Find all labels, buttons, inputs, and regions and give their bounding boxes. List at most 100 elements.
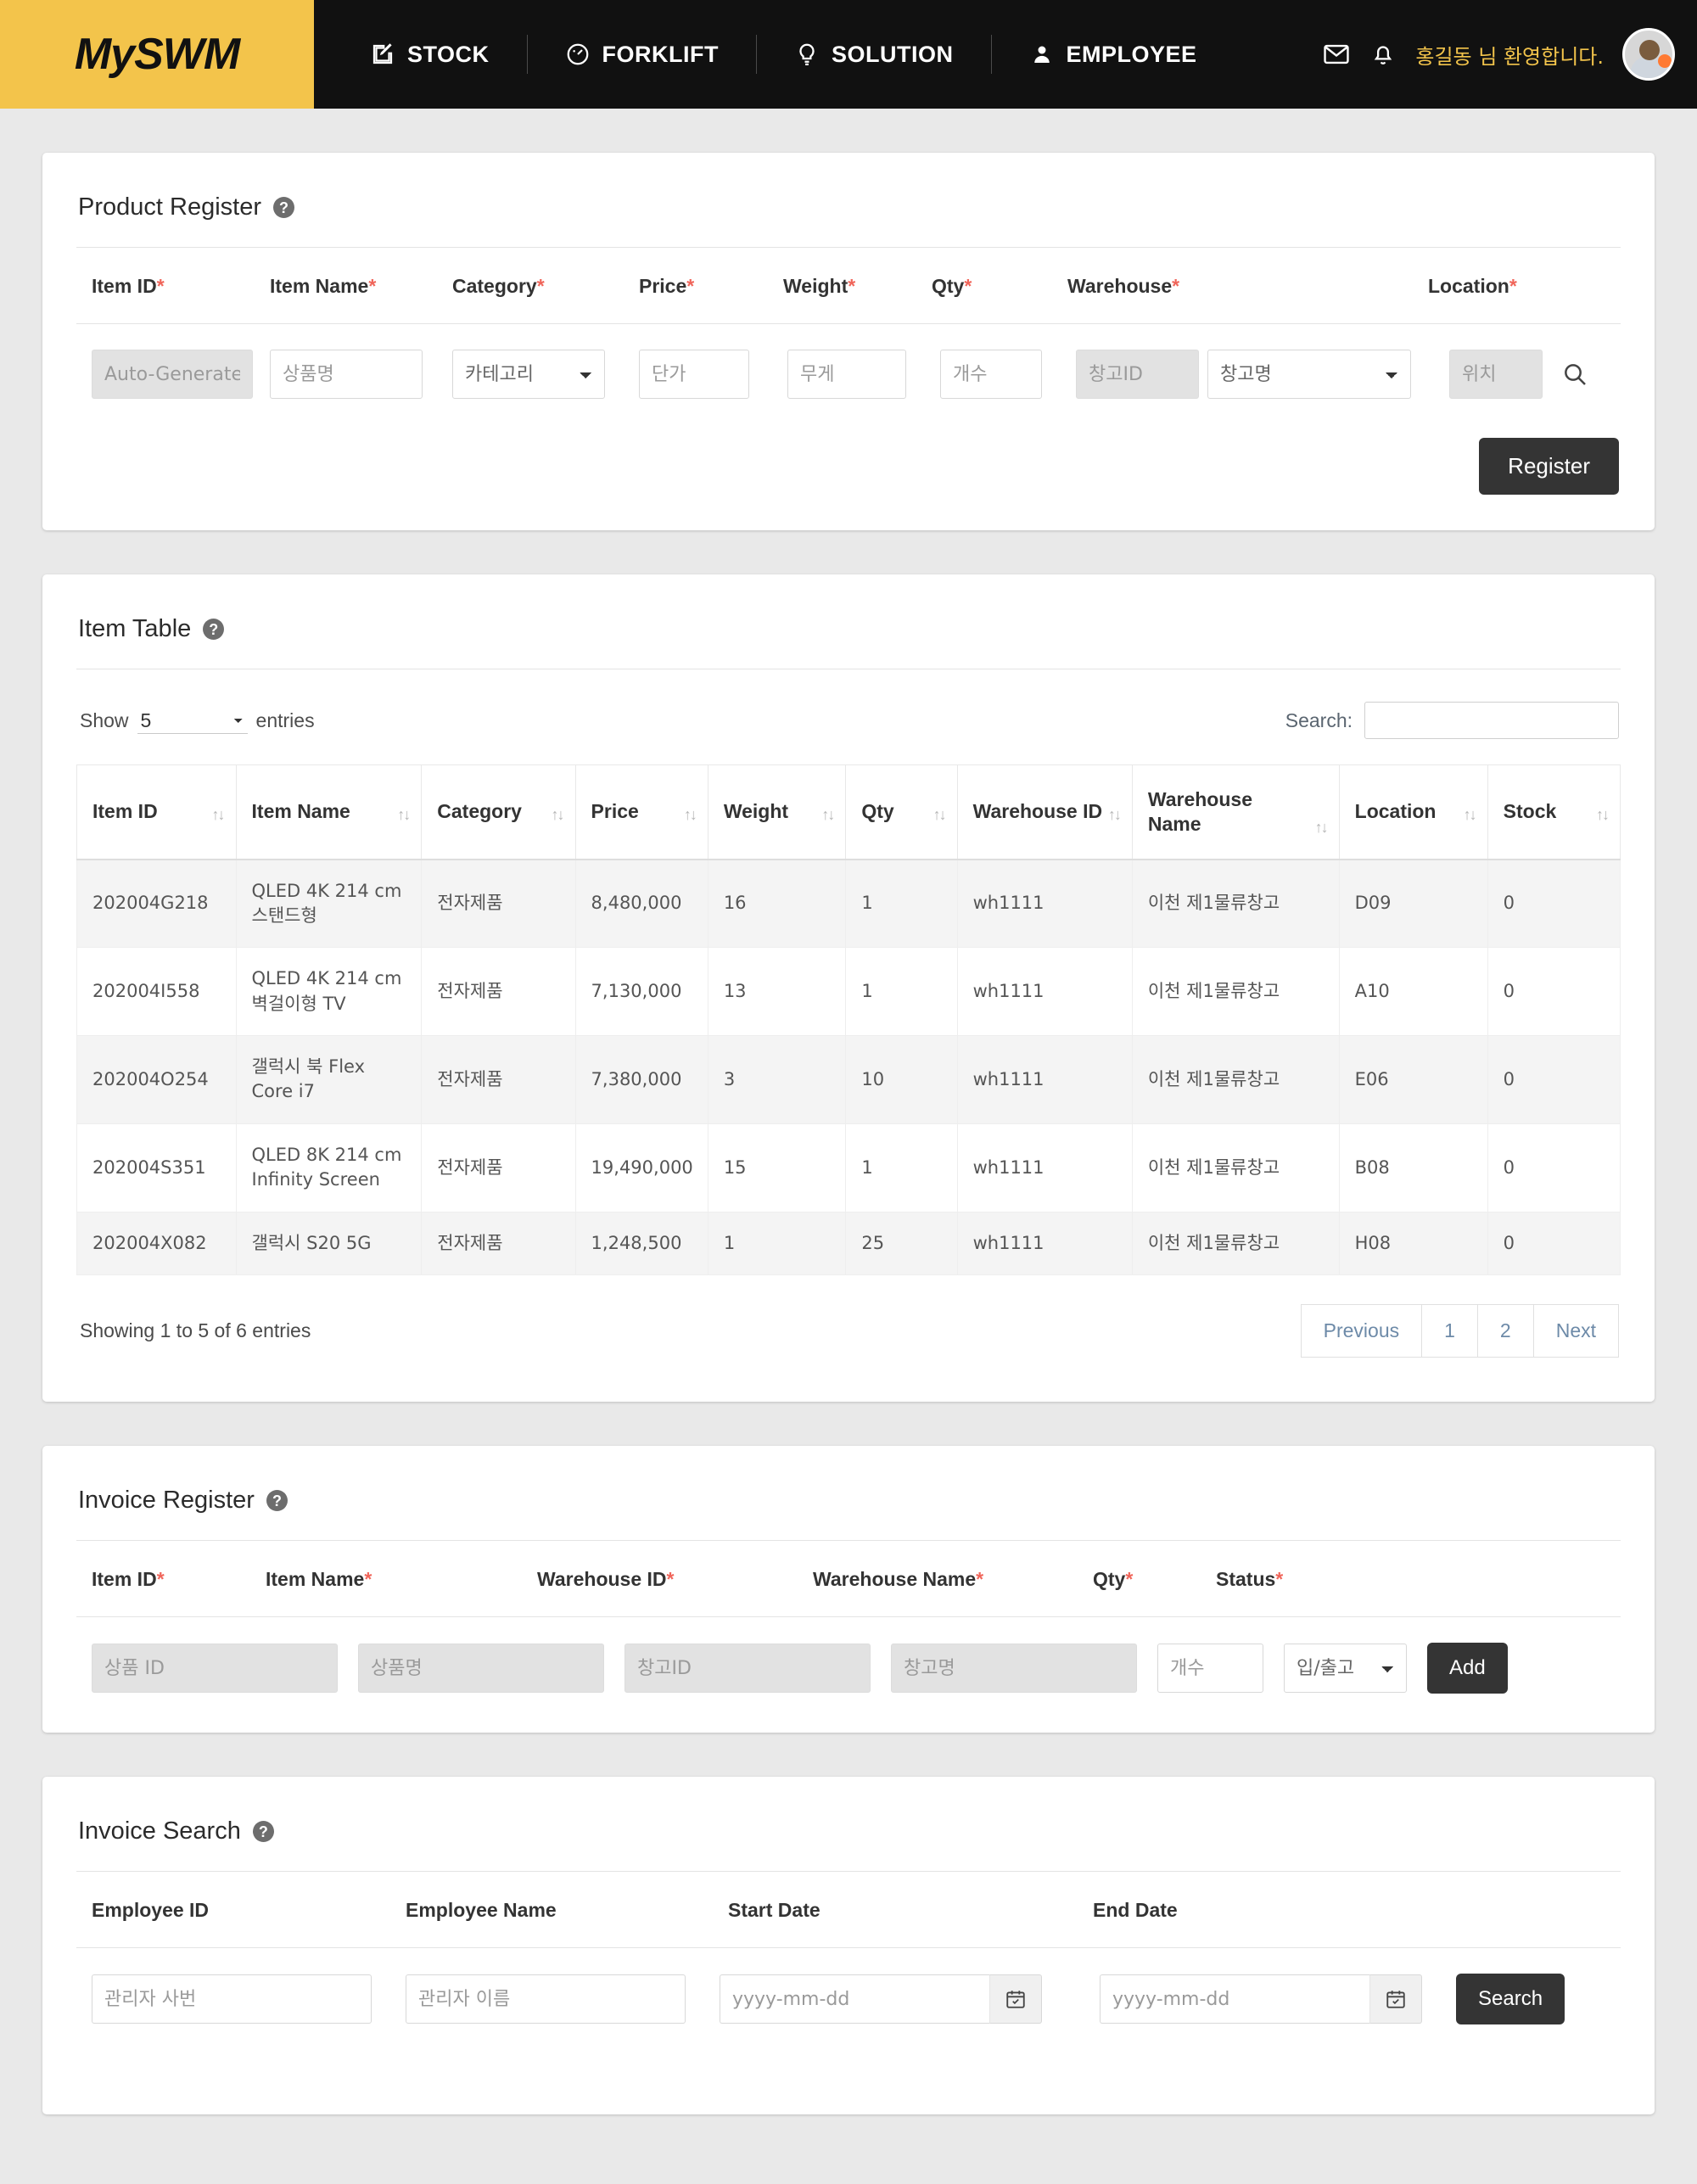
pagination-page-2[interactable]: 2 xyxy=(1476,1304,1533,1358)
start-date-group xyxy=(720,1974,1042,2024)
nav-item-stock[interactable]: STOCK xyxy=(333,42,527,68)
label-qty-text: Qty xyxy=(932,275,965,297)
calendar-icon[interactable] xyxy=(1369,1974,1422,2024)
product-register-card: Product Register ? Item ID* Item Name* C… xyxy=(42,153,1655,530)
required-mark: * xyxy=(368,275,377,297)
cell-weight: 15 xyxy=(707,1123,847,1212)
table-row[interactable]: 202004X082 갤럭시 S20 5G 전자제품 1,248,500 1 2… xyxy=(76,1211,1621,1276)
col-header-qty[interactable]: Qty ↑↓ xyxy=(845,764,958,860)
mail-icon[interactable] xyxy=(1322,40,1351,69)
cell-item-name: QLED 4K 214 cm 벽걸이형 TV xyxy=(235,947,423,1037)
cell-warehouse-name: 이천 제1물류창고 xyxy=(1131,858,1340,949)
cell-location: D09 xyxy=(1338,858,1488,949)
pagination-next[interactable]: Next xyxy=(1532,1304,1619,1358)
invoice-warehouse-name-input[interactable] xyxy=(891,1644,1137,1694)
invoice-warehouse-id-input[interactable] xyxy=(624,1644,871,1694)
nav-item-solution[interactable]: SOLUTION xyxy=(757,42,991,68)
price-input[interactable] xyxy=(639,350,749,399)
search-button[interactable]: Search xyxy=(1456,1974,1565,2025)
cell-location: H08 xyxy=(1338,1211,1488,1276)
col-header-item-name[interactable]: Item Name ↑↓ xyxy=(235,764,423,860)
col-header-price[interactable]: Price ↑↓ xyxy=(574,764,708,860)
invoice-qty-input[interactable] xyxy=(1157,1644,1263,1694)
cell-qty: 1 xyxy=(845,947,958,1037)
cell-item-name: QLED 4K 214 cm 스탠드형 xyxy=(235,858,423,949)
sort-icon: ↑↓ xyxy=(551,806,565,824)
entries-per-page-select[interactable]: 5 xyxy=(137,707,248,734)
lightbulb-icon xyxy=(794,42,820,67)
table-search-control: Search: xyxy=(1285,702,1619,739)
user-avatar[interactable] xyxy=(1622,28,1675,81)
col-header-category[interactable]: Category ↑↓ xyxy=(421,764,576,860)
required-mark: * xyxy=(536,275,545,297)
col-header-location[interactable]: Location ↑↓ xyxy=(1338,764,1488,860)
add-button[interactable]: Add xyxy=(1427,1643,1508,1694)
category-select[interactable]: 카테고리 xyxy=(452,350,605,399)
qty-input[interactable] xyxy=(940,350,1042,399)
table-row[interactable]: 202004I558 QLED 4K 214 cm 벽걸이형 TV 전자제품 7… xyxy=(76,947,1621,1037)
label-invoice-warehouse-id-text: Warehouse ID xyxy=(537,1568,667,1591)
label-item-id: Item ID* xyxy=(92,275,270,298)
warehouse-name-select[interactable]: 창고명 xyxy=(1207,350,1411,399)
invoice-item-name-input[interactable] xyxy=(358,1644,604,1694)
weight-input[interactable] xyxy=(787,350,906,399)
label-weight-text: Weight xyxy=(783,275,848,297)
magnifier-icon[interactable] xyxy=(1561,361,1588,388)
cell-warehouse-id: wh1111 xyxy=(956,1123,1133,1212)
register-button[interactable]: Register xyxy=(1479,438,1619,495)
required-mark: * xyxy=(848,275,856,297)
item-id-input[interactable] xyxy=(92,350,253,399)
cell-qty: 25 xyxy=(845,1211,958,1276)
top-header-bar: MySWM STOCK FORKLIFT SOLUTION EMPLOYEE 홍… xyxy=(0,0,1697,109)
cell-stock: 0 xyxy=(1487,1035,1621,1124)
col-header-warehouse-id[interactable]: Warehouse ID ↑↓ xyxy=(956,764,1133,860)
label-qty: Qty* xyxy=(932,275,1067,298)
label-end-date: End Date xyxy=(1093,1899,1178,1922)
item-table-title-text: Item Table xyxy=(78,615,192,642)
col-header-weight[interactable]: Weight ↑↓ xyxy=(707,764,847,860)
avatar-status-dot xyxy=(1658,54,1672,68)
cell-location: B08 xyxy=(1338,1123,1488,1212)
table-search-input[interactable] xyxy=(1364,702,1619,739)
cell-price: 19,490,000 xyxy=(574,1123,708,1212)
col-header-category-text: Category xyxy=(437,800,522,823)
invoice-status-select[interactable]: 입/출고 xyxy=(1284,1644,1407,1694)
item-name-input[interactable] xyxy=(270,350,423,399)
cell-category: 전자제품 xyxy=(421,1123,576,1212)
employee-name-input[interactable] xyxy=(406,1974,686,2024)
table-row[interactable]: 202004O254 갤럭시 북 Flex Core i7 전자제품 7,380… xyxy=(76,1035,1621,1124)
help-icon[interactable]: ? xyxy=(203,619,225,640)
label-category: Category* xyxy=(452,275,639,298)
help-icon[interactable]: ? xyxy=(266,1490,288,1512)
bell-icon[interactable] xyxy=(1369,41,1397,68)
help-icon[interactable]: ? xyxy=(273,197,294,218)
pagination-previous[interactable]: Previous xyxy=(1300,1304,1422,1358)
nav-item-forklift[interactable]: FORKLIFT xyxy=(528,42,756,68)
help-icon[interactable]: ? xyxy=(252,1821,274,1843)
table-row[interactable]: 202004G218 QLED 4K 214 cm 스탠드형 전자제품 8,48… xyxy=(76,858,1621,949)
cell-location: A10 xyxy=(1338,947,1488,1037)
employee-id-input[interactable] xyxy=(92,1974,372,2024)
label-price: Price* xyxy=(639,275,783,298)
invoice-register-title: Invoice Register ? xyxy=(76,1446,1621,1540)
pagination-page-1[interactable]: 1 xyxy=(1421,1304,1477,1358)
cell-stock: 0 xyxy=(1487,1211,1621,1276)
table-row[interactable]: 202004S351 QLED 8K 214 cm Infinity Scree… xyxy=(76,1123,1621,1212)
cell-price: 7,380,000 xyxy=(574,1035,708,1124)
location-input[interactable] xyxy=(1449,350,1543,399)
col-header-warehouse-name[interactable]: Warehouse Name ↑↓ xyxy=(1131,764,1340,860)
start-date-input[interactable] xyxy=(720,1974,989,2024)
invoice-register-label-row: Item ID* Item Name* Warehouse ID* Wareho… xyxy=(76,1541,1621,1616)
brand-logo[interactable]: MySWM xyxy=(0,0,314,109)
cell-qty: 10 xyxy=(845,1035,958,1124)
calendar-icon[interactable] xyxy=(989,1974,1042,2024)
warehouse-id-input[interactable] xyxy=(1076,350,1199,399)
invoice-item-id-input[interactable] xyxy=(92,1644,338,1694)
col-header-item-id[interactable]: Item ID ↑↓ xyxy=(76,764,237,860)
end-date-input[interactable] xyxy=(1100,1974,1369,2024)
sort-icon: ↑↓ xyxy=(683,806,697,824)
cell-price: 8,480,000 xyxy=(574,858,708,949)
col-header-stock[interactable]: Stock ↑↓ xyxy=(1487,764,1621,860)
cell-weight: 1 xyxy=(707,1211,847,1276)
nav-item-employee[interactable]: EMPLOYEE xyxy=(992,42,1235,68)
